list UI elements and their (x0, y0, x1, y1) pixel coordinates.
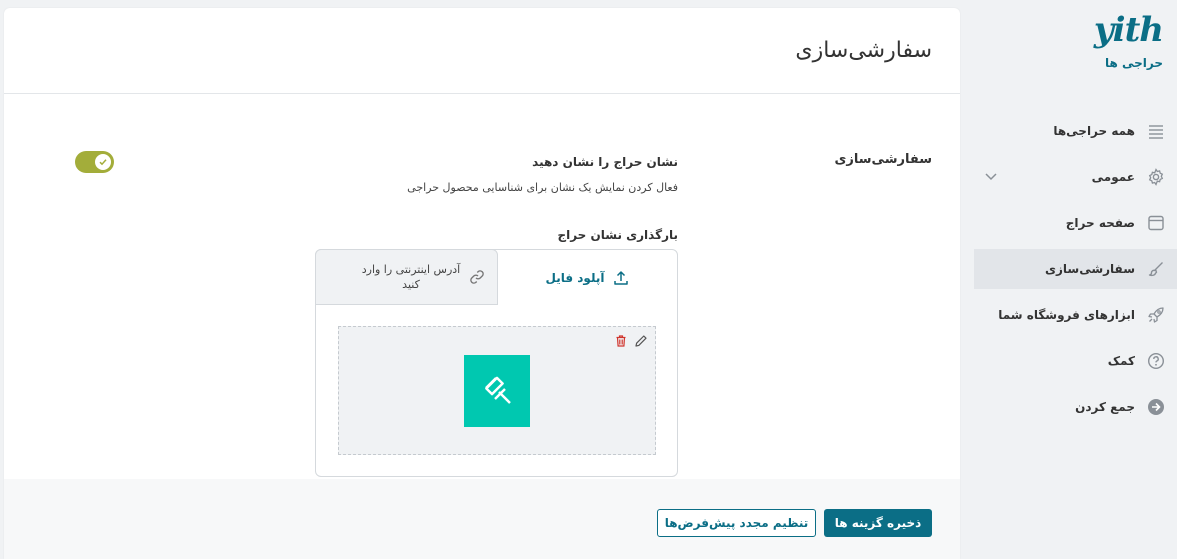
trash-icon[interactable] (613, 333, 629, 349)
gavel-icon (485, 376, 511, 404)
chevron-down-icon[interactable] (984, 169, 998, 186)
rocket-icon (1145, 304, 1167, 326)
sidebar-item-general[interactable]: عمومی (974, 157, 1177, 197)
sidebar-item-collapse[interactable]: جمع کردن (974, 387, 1177, 427)
collapse-icon (1145, 396, 1167, 418)
sidebar-item-label: همه حراجی‌ها (1053, 124, 1135, 138)
check-icon (95, 154, 111, 170)
panel-header: سفارشی‌سازی (4, 8, 960, 94)
tab-enter-url[interactable]: آدرس اینترنتی را وارد کنید (315, 249, 498, 305)
panel-footer: ذخیره گزینه ها تنظیم مجدد پیش‌فرض‌ها (4, 479, 960, 559)
plugin-name: حراجی ها (1104, 56, 1163, 70)
reset-defaults-button[interactable]: تنظیم مجدد پیش‌فرض‌ها (657, 509, 816, 537)
sidebar: yith حراجی ها همه حراجی‌ها عمومی صفحه حر… (974, 0, 1177, 559)
link-icon (469, 269, 485, 285)
sidebar-item-label: جمع کردن (1075, 400, 1135, 414)
badge-upload-field: آپلود فایل آدرس اینترنتی را وارد کنید (315, 249, 678, 477)
sidebar-item-help[interactable]: کمک (974, 341, 1177, 381)
edit-icon[interactable] (633, 333, 649, 349)
sidebar-item-all-auctions[interactable]: همه حراجی‌ها (974, 111, 1177, 151)
page-title: سفارشی‌سازی (795, 38, 932, 63)
sidebar-item-label: صفحه حراج (1065, 216, 1135, 230)
sidebar-item-label: کمک (1107, 354, 1135, 368)
auction-badge-image (464, 355, 530, 427)
tab-enter-url-label: آدرس اینترنتی را وارد کنید (361, 263, 461, 291)
brush-icon (1145, 258, 1167, 280)
upload-icon (612, 269, 630, 287)
sidebar-item-label: عمومی (1091, 170, 1135, 184)
tab-upload-file[interactable]: آپلود فایل (499, 250, 677, 306)
section-title: سفارشی‌سازی (834, 152, 932, 167)
preview-tools (613, 333, 649, 349)
gear-icon (1145, 166, 1167, 188)
tab-upload-file-label: آپلود فایل (545, 271, 605, 285)
show-badge-description: فعال کردن نمایش یک نشان برای شناسایی محص… (407, 181, 678, 194)
help-icon (1145, 350, 1167, 372)
sidebar-item-label: ابزارهای فروشگاه شما (998, 308, 1135, 322)
sidebar-nav: همه حراجی‌ها عمومی صفحه حراج سفارشی‌سازی (974, 111, 1177, 433)
brand: yith حراجی ها (983, 10, 1164, 70)
sidebar-item-store-tools[interactable]: ابزارهای فروشگاه شما (974, 295, 1177, 335)
upload-badge-label: بارگذاری نشان حراج (557, 228, 678, 242)
sidebar-item-label: سفارشی‌سازی (1044, 262, 1135, 276)
list-icon (1145, 120, 1167, 142)
badge-preview (338, 326, 656, 455)
save-options-button[interactable]: ذخیره گزینه ها (824, 509, 932, 537)
yith-logo: yith (1093, 10, 1164, 50)
window-icon (1145, 212, 1167, 234)
show-badge-toggle[interactable] (75, 151, 114, 173)
sidebar-item-auction-page[interactable]: صفحه حراج (974, 203, 1177, 243)
show-badge-label: نشان حراج را نشان دهید (532, 155, 678, 169)
settings-panel: سفارشی‌سازی سفارشی‌سازی نشان حراج را نشا… (4, 8, 960, 559)
sidebar-item-customization[interactable]: سفارشی‌سازی (974, 249, 1177, 289)
